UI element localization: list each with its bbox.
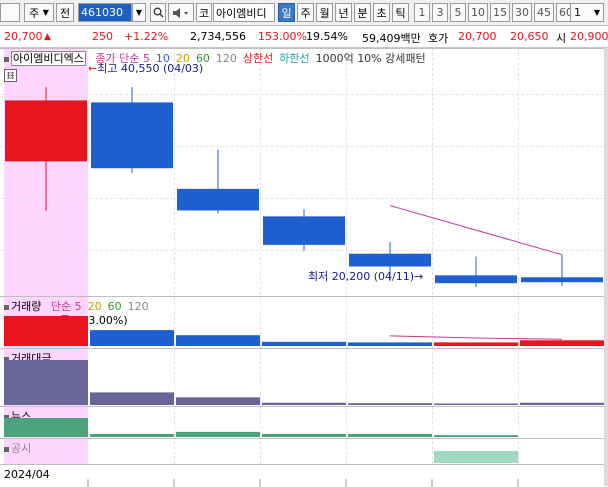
high-annotation-text: 최고 40,550 (04/03)	[97, 62, 204, 75]
news-bar	[90, 433, 174, 437]
price-change: 250	[92, 30, 113, 43]
low-annotation-text: 최저 20,200 (04/11)	[308, 270, 415, 283]
current-price: 20,700	[4, 30, 43, 43]
code-dropdown-button[interactable]: ▼	[132, 3, 146, 22]
interval-button-5[interactable]: 30	[512, 3, 532, 22]
quote-bar: 20,700 ▲ 250 +1.22% 2,734,556 153.00% 19…	[0, 26, 608, 48]
news-bar	[262, 433, 346, 437]
period-tab-1[interactable]: 주	[297, 3, 314, 22]
time-axis: 2024/04	[0, 464, 604, 487]
type-button[interactable]: 코	[196, 3, 212, 22]
candle-body	[435, 275, 517, 284]
interval-button-4[interactable]: 15	[490, 3, 510, 22]
toolbar: 주 ▼ 전 461030 ▼ 코 아이엠비디 일 주 월 년 분 초 틱 1 3 5 10 15 30 4…	[0, 0, 608, 26]
volume-bar	[434, 342, 518, 346]
amount-bar	[348, 403, 432, 405]
volume-bar	[4, 316, 88, 346]
volume-bar	[520, 340, 604, 346]
volume-ma5-line	[389, 335, 563, 340]
low-annotation: 최저 20,200 (04/11)→	[308, 268, 423, 284]
search-icon[interactable]	[150, 3, 166, 22]
amount-bar	[4, 360, 88, 405]
open-price: 20,900	[570, 30, 608, 43]
stock-name-field[interactable]: 아이엠비디	[213, 3, 275, 22]
candle-body	[177, 188, 259, 211]
high-annotation: ←최고 40,550 (04/03)	[88, 60, 203, 76]
volume-bar	[348, 342, 432, 346]
prev-button[interactable]: 전	[56, 3, 74, 22]
chart-canvas[interactable]	[0, 48, 604, 464]
extra-percent: 19.54%	[306, 30, 348, 43]
candle-body	[349, 253, 431, 267]
ask-price-2: 20,650	[510, 30, 549, 43]
period-tab-0[interactable]: 일	[278, 3, 295, 22]
amount-bar	[262, 402, 346, 405]
trade-amount: 59,409백만	[362, 32, 421, 45]
volume-value: 2,734,556	[190, 30, 246, 43]
interval-button-1[interactable]: 3	[432, 3, 448, 22]
scrollbar[interactable]	[604, 48, 608, 486]
period-tab-4[interactable]: 분	[354, 3, 371, 22]
news-bar	[4, 418, 88, 437]
low-arrow-icon: →	[414, 270, 424, 283]
high-arrow-icon: ←	[88, 62, 98, 75]
interval-button-2[interactable]: 5	[450, 3, 466, 22]
candle-body	[263, 216, 345, 245]
disclosure-bar	[434, 451, 518, 463]
amount-bar	[520, 402, 604, 405]
volume-bar	[262, 341, 346, 346]
period-tab-2[interactable]: 월	[316, 3, 333, 22]
candle-body	[521, 277, 603, 283]
stock-code-input[interactable]: 461030	[78, 3, 132, 22]
candle-body	[91, 102, 173, 169]
amount-bar	[434, 403, 518, 405]
period-tab-6[interactable]: 틱	[392, 3, 409, 22]
amount-bar	[176, 397, 260, 405]
interval-button-3[interactable]: 10	[468, 3, 488, 22]
interval-button-0[interactable]: 1	[414, 3, 430, 22]
news-bar	[434, 435, 518, 437]
interval-select[interactable]: 1 ▼	[570, 3, 604, 22]
chevron-down-icon: ▼	[42, 8, 49, 17]
amount-bar	[90, 392, 174, 405]
interval-select-value: 1	[574, 6, 581, 19]
up-arrow-icon: ▲	[44, 32, 51, 42]
ask-label: 호가	[428, 32, 449, 45]
volume-bar	[176, 335, 260, 346]
ask-price-1: 20,700	[458, 30, 497, 43]
period-tab-3[interactable]: 년	[335, 3, 352, 22]
interval-button-6[interactable]: 45	[534, 3, 554, 22]
ma5-line	[389, 205, 563, 256]
news-bar	[348, 433, 432, 437]
volume-bar	[90, 330, 174, 346]
chevron-down-icon: ▼	[593, 8, 600, 17]
speaker-icon[interactable]	[168, 3, 194, 22]
price-change-percent: +1.22%	[124, 30, 169, 43]
candle-body	[5, 100, 87, 162]
market-select[interactable]: 주 ▼	[24, 3, 54, 22]
period-tab-5[interactable]: 초	[373, 3, 390, 22]
open-label: 시	[556, 32, 567, 45]
news-bar	[176, 431, 260, 437]
checkbox[interactable]	[0, 3, 20, 22]
turnover-percent: 153.00%	[258, 30, 307, 43]
market-label: 주	[29, 6, 40, 20]
